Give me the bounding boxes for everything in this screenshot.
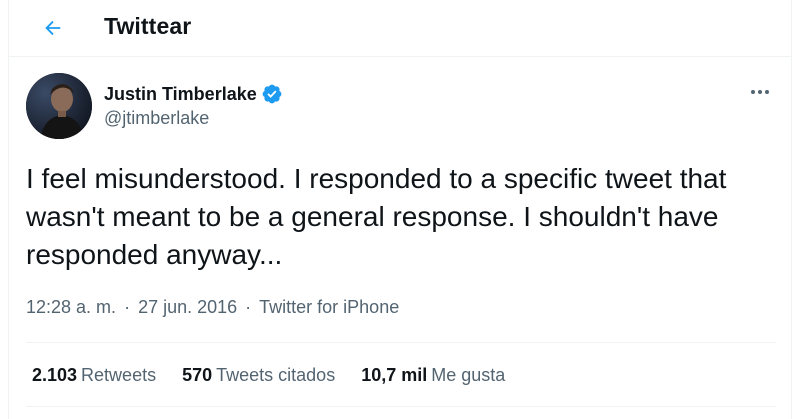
quotes-count: 570 [182, 365, 213, 385]
quote-tweets-stat[interactable]: 570 Tweets citados [182, 365, 335, 386]
divider [26, 342, 776, 343]
likes-count: 10,7 mil [361, 365, 428, 385]
likes-label: Me gusta [431, 365, 506, 385]
author-name-row[interactable]: Justin Timberlake [104, 83, 283, 105]
avatar-image [26, 73, 92, 139]
page-title: Twittear [104, 13, 192, 39]
tweet-text: I feel misunderstood. I responded to a s… [26, 163, 735, 270]
tweet-metadata: 12:28 a. m. · 27 jun. 2016 · Twitter for… [26, 297, 399, 318]
more-options-button[interactable] [746, 82, 774, 102]
back-button[interactable] [35, 10, 71, 46]
retweets-stat[interactable]: 2.103 Retweets [32, 365, 156, 386]
author-handle[interactable]: @jtimberlake [104, 108, 209, 129]
meta-separator: · [124, 297, 131, 317]
arrow-left-icon [45, 20, 61, 36]
quotes-label: Tweets citados [216, 365, 336, 385]
meta-separator: · [245, 297, 252, 317]
verified-badge-icon [262, 84, 282, 104]
likes-stat[interactable]: 10,7 mil Me gusta [361, 365, 505, 386]
tweet-date[interactable]: 27 jun. 2016 [138, 297, 237, 318]
page-header: Twittear [9, 0, 791, 57]
avatar[interactable] [26, 73, 92, 139]
author-name[interactable]: Justin Timberlake [104, 84, 257, 105]
retweets-label: Retweets [81, 365, 157, 385]
retweets-count: 2.103 [32, 365, 78, 385]
tweet-source[interactable]: Twitter for iPhone [259, 297, 399, 318]
tweet-stats: 2.103 Retweets 570 Tweets citados 10,7 mil… [32, 365, 531, 386]
divider [26, 406, 776, 407]
tweet-time[interactable]: 12:28 a. m. [26, 297, 116, 318]
tweet-page: Twittear Justin Timberlake @jtimberlake [8, 0, 792, 419]
more-horizontal-icon [751, 90, 769, 94]
